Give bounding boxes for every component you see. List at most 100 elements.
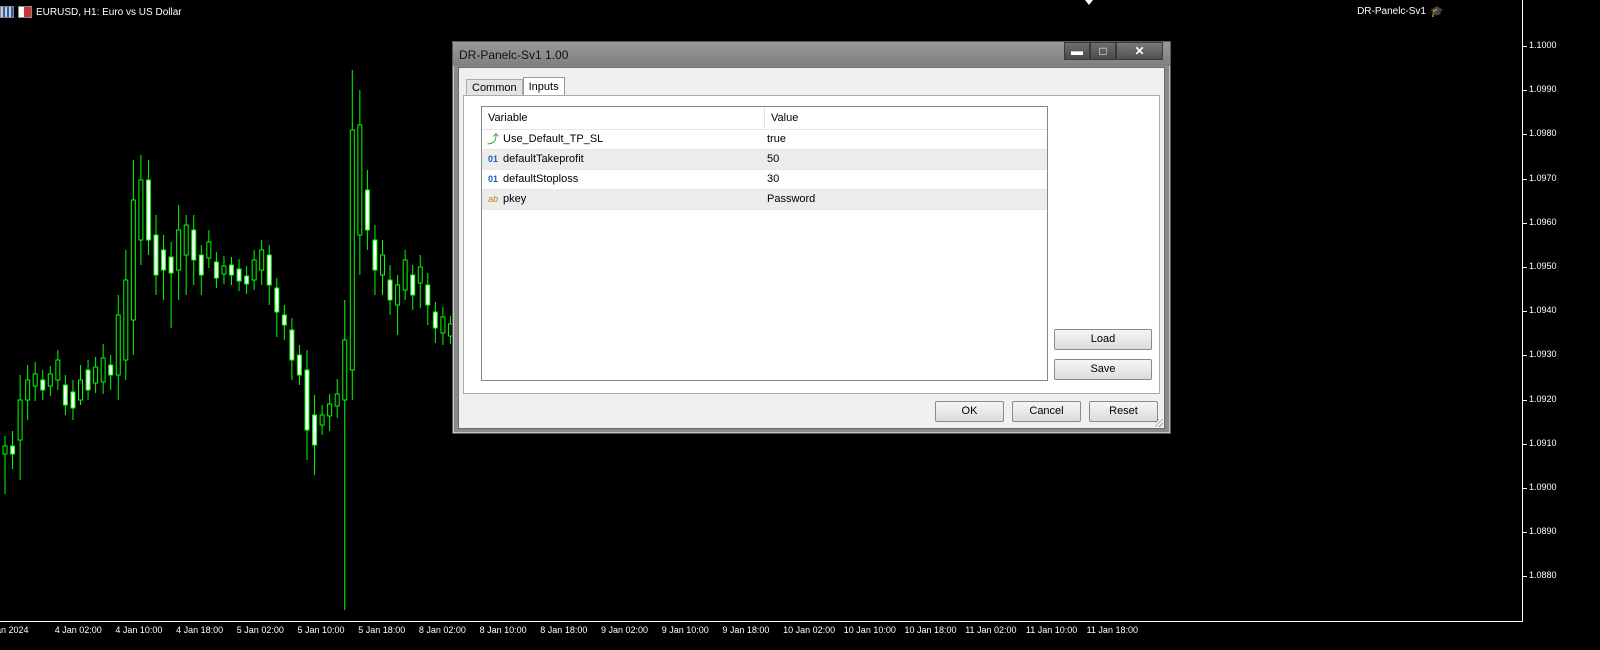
time-axis[interactable]: 3 Jan 2024 4 Jan 02:00 4 Jan 10:00 4 Jan 18…: [0, 622, 1523, 650]
price-label: 1.0950: [1529, 261, 1557, 271]
table-row[interactable]: ⤴ Use_Default_TP_SL true: [482, 130, 1047, 150]
table-row[interactable]: 01 defaultTakeprofit 50: [482, 150, 1047, 170]
dialog-titlebar[interactable]: DR-Panelc-Sv1 1.00 ▬ □ ✕: [453, 42, 1170, 66]
time-label: 10 Jan 02:00: [783, 625, 836, 635]
candle-body: [70, 391, 76, 409]
int-icon: 01: [487, 174, 498, 184]
string-icon: ab: [487, 194, 498, 204]
variable-name: defaultStoploss: [503, 173, 579, 185]
candle-body: [342, 339, 348, 401]
candle-body: [108, 364, 114, 376]
time-label: 4 Jan 10:00: [115, 625, 163, 635]
candle-body: [2, 445, 8, 455]
candle-body: [176, 229, 182, 271]
candle-body: [251, 259, 257, 281]
price-tick: [1523, 222, 1527, 224]
table-row[interactable]: 01 defaultStoploss 30: [482, 170, 1047, 190]
candle-body: [372, 239, 378, 271]
candle-body: [380, 254, 385, 276]
maximize-button[interactable]: □: [1090, 42, 1116, 60]
price-label: 1.0960: [1529, 216, 1557, 227]
price-label: 1.0970: [1529, 172, 1557, 183]
time-label: 5 Jan 02:00: [236, 625, 284, 635]
candle-body: [259, 249, 265, 271]
candle-body: [440, 316, 446, 334]
column-header-variable[interactable]: Variable: [482, 107, 765, 129]
candle-body: [289, 329, 295, 361]
candle-body: [395, 284, 401, 306]
dialog-title: DR-Panelc-Sv1 1.00: [459, 48, 569, 62]
candle-body: [312, 414, 318, 446]
price-label: 1.0890: [1529, 526, 1557, 537]
time-label: 10 Jan 18:00: [904, 625, 957, 635]
reset-button[interactable]: Reset: [1089, 401, 1158, 422]
candle-body: [206, 241, 212, 259]
expert-advisor-label[interactable]: DR-Panelc-Sv1 🎓: [1357, 5, 1444, 18]
time-label: 9 Jan 02:00: [601, 625, 649, 635]
ea-properties-dialog: DR-Panelc-Sv1 1.00 ▬ □ ✕ Common Inputs V…: [452, 41, 1171, 434]
candle-body: [221, 265, 227, 275]
chart-shift-marker-icon[interactable]: [1085, 0, 1093, 5]
ok-button[interactable]: OK: [935, 401, 1004, 422]
price-tick: [1523, 355, 1527, 357]
time-label: 5 Jan 18:00: [358, 625, 406, 635]
candle-body: [296, 354, 302, 376]
time-label: 9 Jan 10:00: [661, 625, 709, 635]
price-tick: [1523, 576, 1527, 578]
chart-header: EURUSD, H1: Euro vs US Dollar: [0, 3, 182, 21]
value-cell[interactable]: Password: [765, 190, 815, 209]
price-tick: [1523, 532, 1527, 534]
time-label: 8 Jan 10:00: [479, 625, 527, 635]
value-cell[interactable]: 50: [765, 150, 779, 169]
price-tick: [1523, 399, 1527, 401]
time-label: 11 Jan 18:00: [1086, 625, 1138, 635]
variable-name: pkey: [503, 193, 527, 205]
candle-body: [85, 369, 91, 391]
candle-body: [115, 314, 121, 376]
column-header-value[interactable]: Value: [765, 107, 798, 129]
candle-body: [425, 284, 431, 306]
candle-body: [327, 403, 333, 417]
tab-inputs[interactable]: Inputs: [522, 77, 565, 97]
price-label: 1.0990: [1529, 84, 1557, 95]
candle-body: [100, 357, 106, 383]
inputs-table[interactable]: Variable Value ⤴ Use_Default_TP_SL true …: [481, 106, 1048, 381]
close-button[interactable]: ✕: [1116, 42, 1163, 60]
price-axis[interactable]: 1.1000 1.0990 1.0980 1.0970 1.0960 1.0950 1.09…: [1523, 0, 1600, 621]
candle-body: [32, 373, 38, 387]
candle-body: [145, 179, 151, 241]
candle-body: [17, 399, 23, 441]
candle-body: [364, 189, 370, 231]
graduation-cap-icon: 🎓: [1430, 5, 1444, 18]
variable-name: defaultTakeprofit: [503, 153, 584, 165]
tab-common[interactable]: Common: [466, 79, 523, 96]
price-tick: [1523, 267, 1527, 268]
value-cell[interactable]: true: [765, 130, 786, 149]
candle-body: [47, 373, 53, 387]
cancel-button[interactable]: Cancel: [1012, 401, 1081, 422]
resize-grip-icon[interactable]: [1155, 419, 1163, 427]
candle-body: [198, 254, 204, 276]
save-button[interactable]: Save: [1054, 359, 1152, 380]
candle-body: [161, 249, 167, 271]
symbol-flag-icon: [18, 6, 32, 18]
minimize-button[interactable]: ▬: [1064, 42, 1090, 60]
variable-name: Use_Default_TP_SL: [503, 133, 604, 145]
candle-body: [281, 314, 287, 326]
value-cell[interactable]: 30: [765, 170, 779, 189]
price-label: 1.0980: [1529, 128, 1557, 139]
price-tick: [1523, 90, 1527, 92]
candle-body: [417, 266, 423, 284]
bool-icon: ⤴: [486, 132, 499, 146]
load-button[interactable]: Load: [1054, 329, 1152, 350]
candle-body: [349, 129, 355, 371]
time-label: 10 Jan 10:00: [843, 625, 896, 635]
candle-body: [10, 445, 16, 455]
price-tick: [1523, 488, 1527, 489]
expert-advisor-name: DR-Panelc-Sv1: [1357, 6, 1426, 17]
table-row[interactable]: ab pkey Password: [482, 190, 1047, 210]
time-label: 9 Jan 18:00: [722, 625, 770, 635]
candle-body: [357, 124, 363, 236]
candle-body: [78, 379, 83, 401]
table-header: Variable Value: [482, 107, 1047, 130]
